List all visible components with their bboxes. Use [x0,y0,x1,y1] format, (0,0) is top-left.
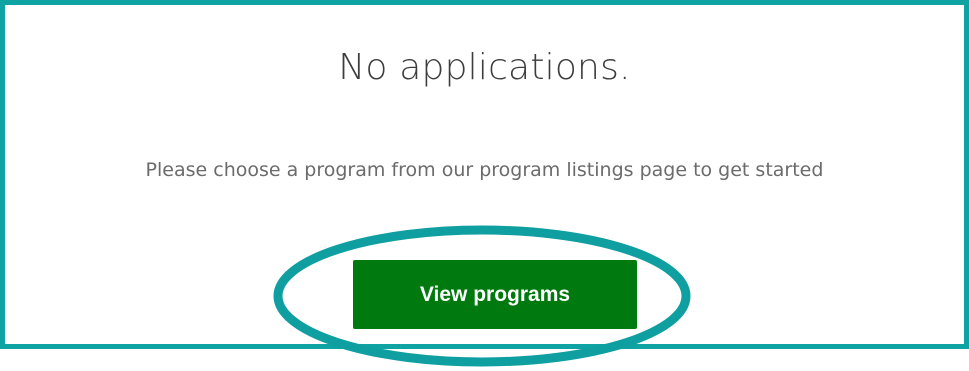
empty-state-message: Please choose a program from our program… [145,159,824,181]
view-programs-button[interactable]: View programs [353,260,637,329]
empty-state-title: No applications. [338,47,631,88]
